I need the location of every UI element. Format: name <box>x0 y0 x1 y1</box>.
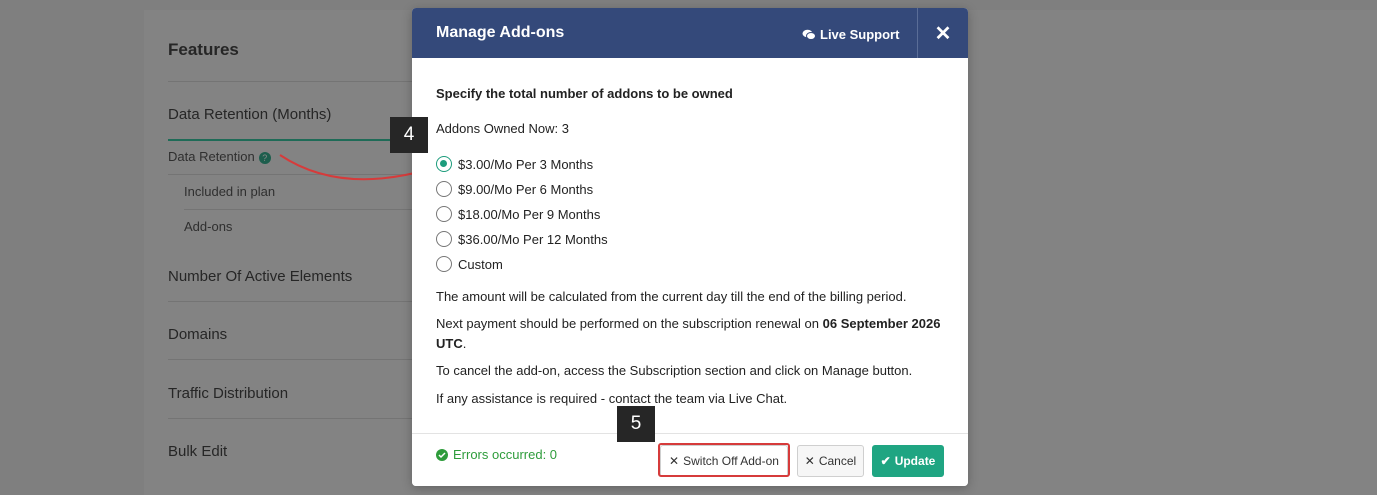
option-6-months[interactable]: $9.00/Mo Per 6 Months <box>436 181 593 197</box>
help-icon[interactable]: ? <box>258 151 271 164</box>
option-label: $3.00/Mo Per 3 Months <box>458 156 594 172</box>
divider <box>184 209 444 210</box>
option-9-months[interactable]: $18.00/Mo Per 9 Months <box>436 206 600 222</box>
close-button[interactable]: ✕ <box>918 8 968 58</box>
cancel-label: Cancel <box>818 454 857 468</box>
section-active-elements[interactable]: Number Of Active Elements <box>168 268 352 285</box>
note-cancel: To cancel the add-on, access the Subscri… <box>436 363 913 378</box>
check-circle-icon <box>436 448 448 461</box>
step-badge-5: 5 <box>617 406 655 442</box>
option-label: $36.00/Mo Per 12 Months <box>458 231 608 247</box>
radio-button[interactable] <box>436 181 452 197</box>
update-button[interactable]: ✔ Update <box>872 445 944 477</box>
addons-heading: Specify the total number of addons to be… <box>436 86 733 101</box>
step-badge-4: 4 <box>390 117 428 153</box>
update-label: Update <box>894 454 936 468</box>
data-retention-label: Data Retention? <box>168 149 271 164</box>
section-domains[interactable]: Domains <box>168 326 227 343</box>
errors-label: Errors occurred: 0 <box>453 447 558 462</box>
divider <box>168 81 428 82</box>
note-assistance: If any assistance is required - contact … <box>436 391 788 406</box>
features-title: Features <box>168 40 239 59</box>
option-label: Custom <box>458 256 503 272</box>
section-bulk-edit[interactable]: Bulk Edit <box>168 443 227 460</box>
divider <box>168 418 428 419</box>
errors-status: Errors occurred: 0 <box>436 447 557 462</box>
addons-owned-now: Addons Owned Now: 3 <box>436 121 569 136</box>
addons-label: Add-ons <box>184 219 233 234</box>
divider <box>168 301 428 302</box>
radio-button[interactable] <box>436 231 452 247</box>
close-icon: ✕ <box>934 22 952 45</box>
manage-addons-modal: Manage Add-ons Live Support ✕ Specify th… <box>412 8 968 486</box>
option-label: $9.00/Mo Per 6 Months <box>458 181 594 197</box>
option-3-months[interactable]: $3.00/Mo Per 3 Months <box>436 156 593 172</box>
live-support-label: Live Support <box>820 27 900 42</box>
check-icon: ✔ <box>880 454 891 468</box>
divider <box>168 359 428 360</box>
modal-header: Manage Add-ons Live Support ✕ <box>412 8 968 58</box>
cancel-button[interactable]: ✕ Cancel <box>797 445 864 477</box>
x-icon: ✕ <box>804 454 815 468</box>
switch-off-highlight <box>658 443 790 477</box>
active-section-underline <box>168 139 428 141</box>
included-in-plan-label: Included in plan <box>184 184 276 199</box>
modal-title: Manage Add-ons <box>436 24 565 41</box>
live-support-link[interactable]: Live Support <box>802 27 899 42</box>
note-amount: The amount will be calculated from the c… <box>436 289 907 304</box>
note-next-payment: Next payment should be performed on the … <box>436 316 941 351</box>
section-data-retention[interactable]: Data Retention (Months) <box>168 106 331 123</box>
radio-button[interactable] <box>436 206 452 222</box>
radio-button[interactable] <box>436 256 452 272</box>
option-12-months[interactable]: $36.00/Mo Per 12 Months <box>436 231 608 247</box>
chat-icon <box>802 29 816 40</box>
option-label: $18.00/Mo Per 9 Months <box>458 206 601 222</box>
option-custom[interactable]: Custom <box>436 256 503 272</box>
section-traffic-distribution[interactable]: Traffic Distribution <box>168 385 288 402</box>
radio-button[interactable] <box>436 156 452 172</box>
